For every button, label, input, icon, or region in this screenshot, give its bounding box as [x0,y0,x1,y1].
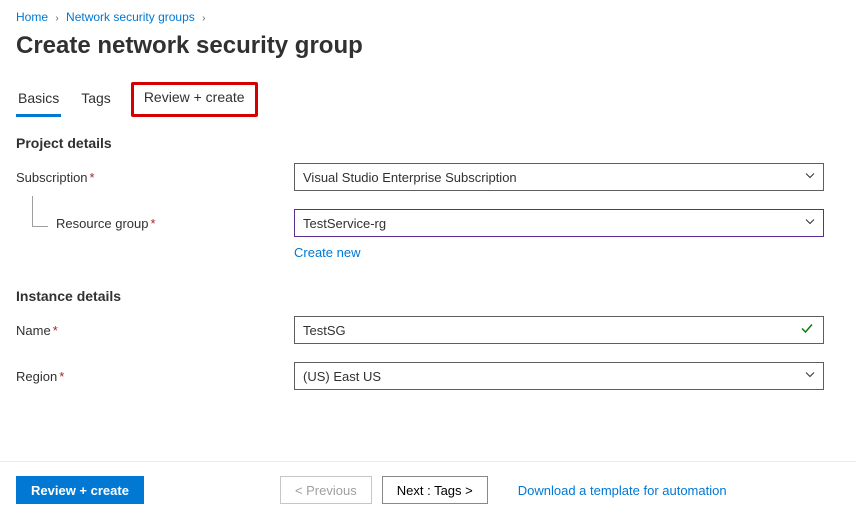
tab-tags[interactable]: Tags [79,84,113,117]
label-name: Name* [16,323,294,338]
subscription-select[interactable]: Visual Studio Enterprise Subscription [294,163,824,191]
chevron-down-icon [804,170,816,185]
footer: Review + create < Previous Next : Tags >… [0,461,856,518]
row-subscription: Subscription* Visual Studio Enterprise S… [0,159,856,195]
resource-group-select[interactable]: TestService-rg [294,209,824,237]
row-region: Region* (US) East US [0,358,856,394]
name-input[interactable]: TestSG [294,316,824,344]
download-template-link[interactable]: Download a template for automation [518,483,727,498]
region-select[interactable]: (US) East US [294,362,824,390]
breadcrumb-home[interactable]: Home [16,10,48,24]
chevron-down-icon [804,216,816,231]
tabs: Basics Tags Review + create [0,84,856,121]
label-region: Region* [16,369,294,384]
section-project-details: Project details [0,121,856,159]
section-instance-details: Instance details [0,260,856,312]
breadcrumb: Home › Network security groups › [0,0,856,28]
next-button[interactable]: Next : Tags > [382,476,488,504]
chevron-down-icon [804,369,816,384]
label-resource-group: Resource group* [16,216,294,231]
row-name: Name* TestSG [0,312,856,348]
chevron-right-icon: › [202,13,205,24]
review-create-button[interactable]: Review + create [16,476,144,504]
label-subscription: Subscription* [16,170,294,185]
check-icon [800,322,814,339]
breadcrumb-nsg[interactable]: Network security groups [66,10,195,24]
row-resource-group: Resource group* TestService-rg [0,205,856,241]
chevron-right-icon: › [55,13,58,24]
create-new-link[interactable]: Create new [0,241,856,260]
tab-review-create[interactable]: Review + create [131,82,258,117]
page-title: Create network security group [0,28,856,84]
previous-button: < Previous [280,476,372,504]
tab-basics[interactable]: Basics [16,84,61,117]
